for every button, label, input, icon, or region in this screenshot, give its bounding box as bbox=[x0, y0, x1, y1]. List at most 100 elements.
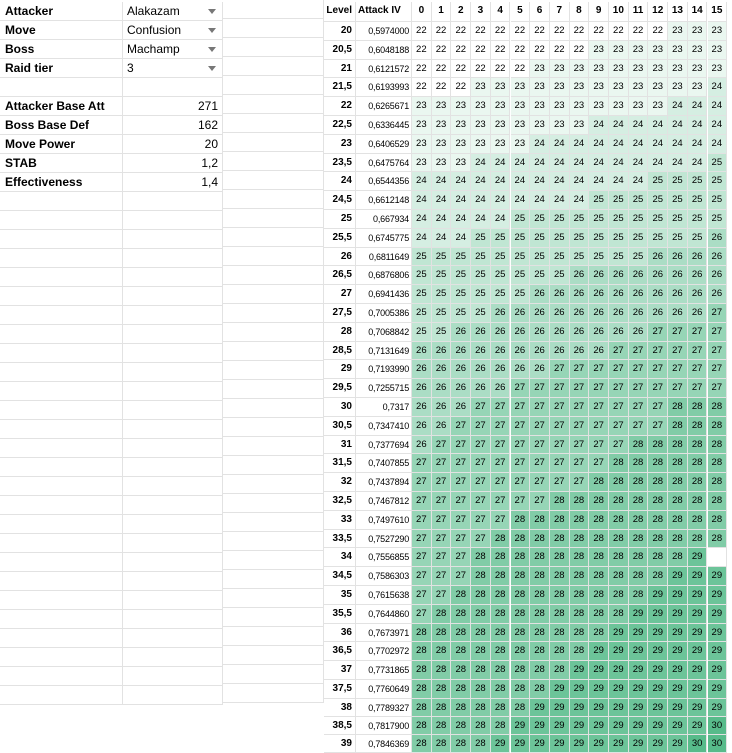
damage-cell[interactable]: 28 bbox=[431, 716, 452, 735]
level-cell[interactable]: 20 bbox=[324, 22, 356, 41]
damage-cell[interactable]: 24 bbox=[707, 78, 728, 98]
damage-cell[interactable]: 26 bbox=[530, 322, 550, 342]
damage-cell[interactable]: 27 bbox=[471, 454, 491, 474]
grid-cell[interactable] bbox=[0, 667, 123, 686]
damage-cell[interactable]: 28 bbox=[549, 586, 570, 605]
damage-cell[interactable]: 27 bbox=[549, 473, 570, 492]
damage-cell[interactable]: 28 bbox=[471, 567, 491, 586]
damage-cell[interactable]: 27 bbox=[707, 379, 728, 398]
damage-cell[interactable]: 27 bbox=[569, 379, 590, 398]
damage-cell[interactable]: 28 bbox=[628, 510, 649, 530]
damage-cell[interactable]: 27 bbox=[412, 492, 432, 511]
damage-cell[interactable]: 28 bbox=[668, 492, 688, 511]
damage-cell[interactable]: 25 bbox=[431, 322, 452, 342]
damage-cell[interactable]: 23 bbox=[530, 97, 550, 116]
damage-cell[interactable]: 28 bbox=[569, 642, 590, 662]
damage-cell[interactable]: 26 bbox=[668, 285, 688, 304]
damage-cell[interactable]: 24 bbox=[510, 191, 531, 210]
grid-cell[interactable] bbox=[0, 686, 123, 705]
damage-cell[interactable]: 26 bbox=[451, 379, 472, 398]
damage-cell[interactable]: 23 bbox=[510, 97, 531, 116]
damage-cell[interactable]: 28 bbox=[510, 604, 531, 624]
damage-cell[interactable]: 25 bbox=[510, 247, 531, 267]
damage-cell[interactable]: 25 bbox=[471, 266, 491, 286]
damage-cell[interactable]: 26 bbox=[668, 266, 688, 286]
damage-cell[interactable]: 27 bbox=[549, 398, 570, 417]
grid-cell[interactable] bbox=[223, 247, 324, 266]
damage-cell[interactable]: 27 bbox=[431, 548, 452, 568]
cpm-cell[interactable]: 0,7497610 bbox=[356, 510, 412, 530]
damage-cell[interactable]: 24 bbox=[549, 153, 570, 173]
damage-cell[interactable]: 28 bbox=[431, 734, 452, 753]
damage-cell[interactable]: 27 bbox=[510, 379, 531, 398]
damage-cell[interactable]: 27 bbox=[471, 492, 491, 511]
chevron-down-icon[interactable] bbox=[208, 47, 216, 52]
cpm-cell[interactable]: 0,7377694 bbox=[356, 435, 412, 455]
damage-cell[interactable]: 25 bbox=[569, 247, 590, 267]
damage-cell[interactable]: 23 bbox=[687, 40, 708, 60]
damage-cell[interactable]: 29 bbox=[648, 586, 669, 605]
damage-cell[interactable]: 23 bbox=[510, 116, 531, 135]
damage-cell[interactable]: 22 bbox=[510, 22, 531, 41]
damage-cell[interactable]: 28 bbox=[628, 454, 649, 474]
damage-cell[interactable]: 28 bbox=[668, 529, 688, 549]
level-cell[interactable]: 30,5 bbox=[324, 416, 356, 436]
damage-cell[interactable]: 29 bbox=[668, 734, 688, 753]
damage-cell[interactable]: 26 bbox=[431, 398, 452, 417]
grid-cell[interactable] bbox=[0, 496, 123, 515]
damage-cell[interactable]: 28 bbox=[648, 529, 669, 549]
damage-cell[interactable]: 26 bbox=[412, 398, 432, 417]
grid-cell[interactable] bbox=[123, 515, 223, 534]
grid-cell[interactable] bbox=[0, 648, 123, 667]
damage-cell[interactable]: 29 bbox=[549, 716, 570, 735]
damage-cell[interactable]: 25 bbox=[609, 210, 629, 229]
damage-cell[interactable]: 28 bbox=[609, 473, 629, 492]
damage-cell[interactable]: 24 bbox=[668, 153, 688, 173]
level-cell[interactable]: 23,5 bbox=[324, 153, 356, 173]
damage-cell[interactable]: 27 bbox=[648, 416, 669, 436]
damage-cell[interactable]: 28 bbox=[471, 661, 491, 680]
damage-cell[interactable]: 27 bbox=[609, 379, 629, 398]
cpm-cell[interactable]: 0,6745775 bbox=[356, 228, 412, 248]
damage-cell[interactable]: 29 bbox=[510, 734, 531, 753]
damage-cell[interactable]: 26 bbox=[490, 341, 511, 361]
level-cell[interactable]: 32,5 bbox=[324, 492, 356, 511]
damage-cell[interactable]: 27 bbox=[490, 492, 511, 511]
grid-cell[interactable] bbox=[123, 230, 223, 249]
damage-cell[interactable]: 29 bbox=[707, 642, 728, 662]
damage-cell[interactable]: 28 bbox=[451, 642, 472, 662]
damage-cell[interactable]: 25 bbox=[412, 266, 432, 286]
grid-cell[interactable] bbox=[123, 610, 223, 629]
damage-cell[interactable]: 28 bbox=[648, 492, 669, 511]
damage-cell[interactable]: 27 bbox=[687, 341, 708, 361]
cpm-cell[interactable]: 0,7193990 bbox=[356, 360, 412, 380]
damage-cell[interactable]: 23 bbox=[589, 97, 609, 116]
damage-cell[interactable]: 23 bbox=[668, 78, 688, 98]
damage-cell[interactable]: 22 bbox=[648, 22, 669, 41]
grid-cell[interactable] bbox=[223, 399, 324, 418]
damage-cell[interactable]: 22 bbox=[549, 22, 570, 41]
damage-cell[interactable]: 27 bbox=[471, 529, 491, 549]
damage-cell[interactable]: 29 bbox=[687, 548, 708, 568]
damage-cell[interactable]: 29 bbox=[589, 716, 609, 735]
damage-cell[interactable]: 28 bbox=[549, 567, 570, 586]
damage-cell[interactable]: 24 bbox=[609, 153, 629, 173]
damage-cell[interactable]: 23 bbox=[412, 97, 432, 116]
damage-cell[interactable]: 28 bbox=[687, 454, 708, 474]
damage-cell[interactable]: 27 bbox=[668, 360, 688, 380]
level-cell[interactable]: 30 bbox=[324, 398, 356, 417]
damage-cell[interactable]: 26 bbox=[530, 360, 550, 380]
grid-cell[interactable] bbox=[0, 401, 123, 420]
damage-cell[interactable]: 25 bbox=[648, 228, 669, 248]
damage-cell[interactable]: 27 bbox=[451, 416, 472, 436]
damage-cell[interactable]: 24 bbox=[589, 116, 609, 135]
damage-cell[interactable]: 26 bbox=[569, 304, 590, 323]
damage-cell[interactable]: 28 bbox=[510, 548, 531, 568]
damage-cell[interactable]: 28 bbox=[451, 604, 472, 624]
damage-cell[interactable]: 26 bbox=[549, 285, 570, 304]
grid-cell[interactable] bbox=[123, 439, 223, 458]
damage-cell[interactable]: 29 bbox=[628, 680, 649, 699]
damage-cell[interactable]: 27 bbox=[648, 398, 669, 417]
damage-cell[interactable]: 27 bbox=[668, 341, 688, 361]
grid-cell[interactable] bbox=[123, 401, 223, 420]
